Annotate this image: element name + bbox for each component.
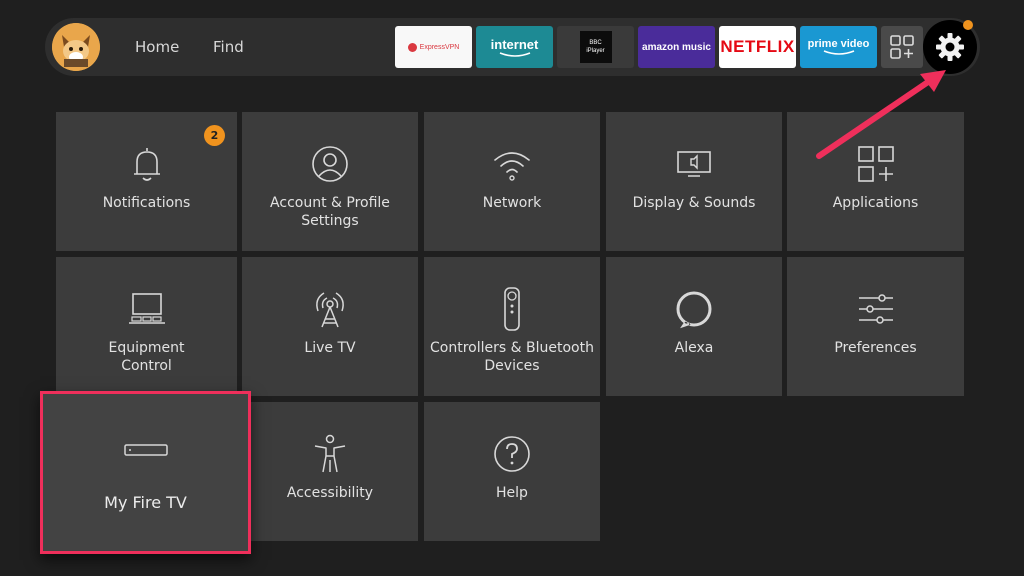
tile-label: Display & Sounds <box>632 195 756 211</box>
tile-equipment-control[interactable]: Equipment Control <box>56 257 237 396</box>
tile-label: My Fire TV <box>104 493 187 512</box>
app-netflix[interactable]: NETFLIX <box>719 26 796 68</box>
app-expressvpn[interactable]: ExpressVPN <box>395 26 472 68</box>
tile-label: Account & Profile Settings <box>270 195 390 229</box>
app-amazon-music[interactable]: amazon music <box>638 26 715 68</box>
amazon-smile-icon <box>823 50 854 55</box>
tile-live-tv[interactable]: Live TV <box>242 257 418 396</box>
fox-avatar-icon <box>52 23 100 71</box>
tile-label: Preferences <box>834 340 917 356</box>
app-internet[interactable]: internet <box>476 26 553 68</box>
alexa-icon <box>672 287 716 331</box>
app-label: internet <box>490 36 539 52</box>
display-icon <box>672 142 716 186</box>
tile-label: Controllers & Bluetooth Devices <box>430 340 594 374</box>
tile-applications[interactable]: Applications <box>787 112 964 251</box>
tile-accessibility[interactable]: Accessibility <box>242 402 418 541</box>
tile-label: Equipment Control <box>108 340 185 374</box>
settings-notification-dot <box>963 20 973 30</box>
app-label: BBC iPlayer <box>586 40 605 54</box>
tile-preferences[interactable]: Preferences <box>787 257 964 396</box>
tile-help[interactable]: Help <box>424 402 600 541</box>
tile-display-sounds[interactable]: Display & Sounds <box>606 112 782 251</box>
tile-label: Notifications <box>102 195 191 211</box>
tile-label: Help <box>496 485 528 501</box>
notification-badge: 2 <box>204 125 225 146</box>
app-label: NETFLIX <box>720 37 795 56</box>
tile-label: Live TV <box>304 340 356 356</box>
nav-home[interactable]: Home <box>135 38 179 56</box>
gear-icon <box>936 33 964 61</box>
wifi-icon <box>490 142 534 186</box>
tile-network[interactable]: Network <box>424 112 600 251</box>
remote-icon <box>490 287 534 331</box>
tile-controllers-bluetooth[interactable]: Controllers & Bluetooth Devices <box>424 257 600 396</box>
accessibility-icon <box>308 432 352 476</box>
amazon-smile-icon <box>499 51 530 57</box>
help-icon <box>490 432 534 476</box>
app-grid-icon <box>890 35 914 59</box>
app-label: prime video <box>807 38 870 50</box>
tv-equipment-icon <box>125 287 169 331</box>
tile-label: Alexa <box>674 340 714 356</box>
all-apps-button[interactable] <box>881 26 923 68</box>
profile-icon <box>308 142 352 186</box>
tile-account-profile-settings[interactable]: Account & Profile Settings <box>242 112 418 251</box>
apps-icon <box>854 142 898 186</box>
expressvpn-logo-icon <box>407 42 417 52</box>
nav-find[interactable]: Find <box>213 38 244 56</box>
bell-icon <box>125 142 169 186</box>
app-label: amazon music <box>642 41 711 53</box>
app-bbc-iplayer[interactable]: BBC iPlayer <box>557 26 634 68</box>
tile-label: Applications <box>832 195 919 211</box>
app-prime-video[interactable]: prime video <box>800 26 877 68</box>
app-label: ExpressVPN <box>419 43 460 51</box>
profile-avatar[interactable] <box>52 23 100 71</box>
tile-label: Accessibility <box>286 485 374 501</box>
tile-alexa[interactable]: Alexa <box>606 257 782 396</box>
tile-label: Network <box>482 195 542 211</box>
antenna-icon <box>308 287 352 331</box>
fire-tv-device-icon <box>123 442 168 461</box>
tile-my-fire-tv[interactable]: My Fire TV <box>40 391 251 554</box>
sliders-icon <box>854 287 898 331</box>
